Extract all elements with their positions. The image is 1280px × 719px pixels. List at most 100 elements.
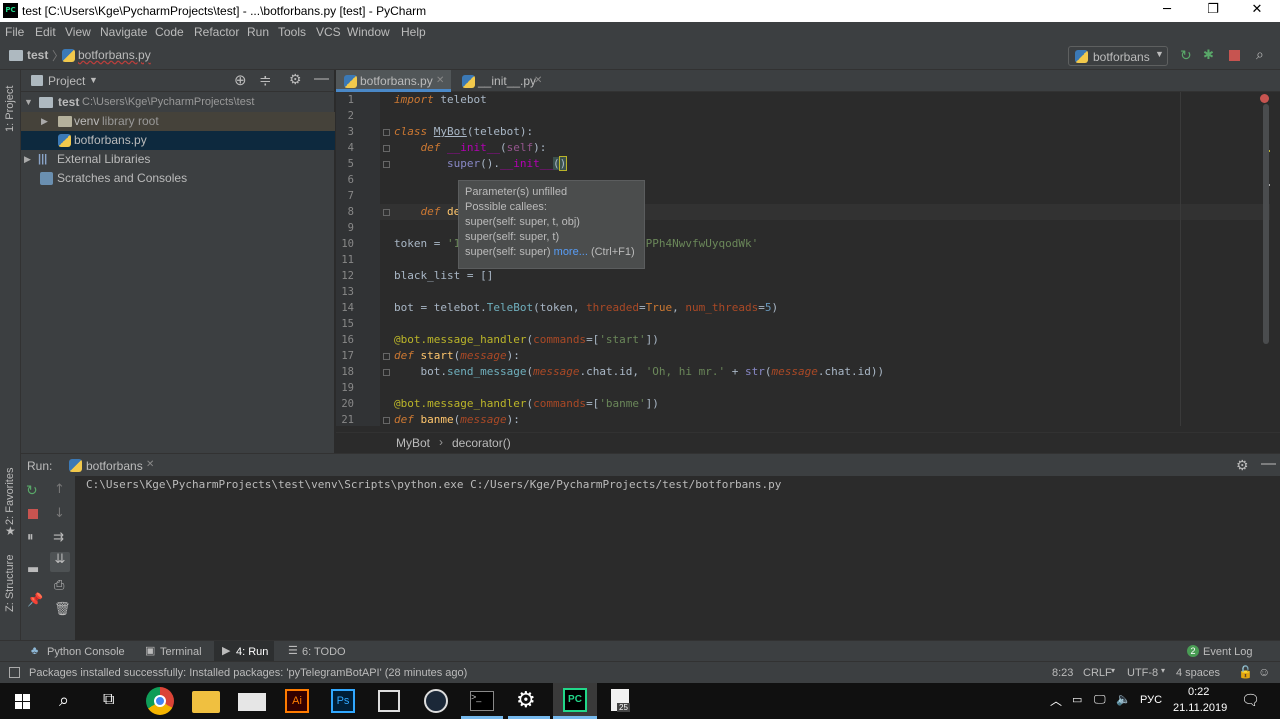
steam-icon[interactable] <box>424 689 448 713</box>
close-tab-icon[interactable]: ✕ <box>146 459 154 470</box>
menu-navigate[interactable]: Navigate <box>100 25 147 39</box>
breadcrumb-file[interactable]: botforbans.py <box>78 48 151 62</box>
menu-refactor[interactable]: Refactor <box>194 25 239 39</box>
file-encoding[interactable]: UTF-8 <box>1127 667 1158 679</box>
photoshop-icon[interactable]: Ps <box>331 689 355 713</box>
structure-side-tab[interactable]: Z: Structure <box>4 555 16 612</box>
input-language[interactable]: РУС <box>1140 694 1162 706</box>
tab-terminal[interactable]: Terminal <box>160 646 202 658</box>
breadcrumb-method[interactable]: decorator() <box>452 436 511 450</box>
debug-icon[interactable]: ✱ <box>1203 47 1214 63</box>
locate-icon[interactable]: ⊕ <box>234 71 247 89</box>
close-button[interactable]: ✕ <box>1234 0 1280 22</box>
rerun-icon[interactable]: ↻ <box>1180 47 1192 64</box>
menu-help[interactable]: Help <box>401 25 426 39</box>
fold-marker[interactable] <box>383 417 390 424</box>
notifications-icon[interactable]: 🗨 <box>1241 691 1260 709</box>
close-tab-icon[interactable]: ✕ <box>436 70 444 92</box>
minimize-button[interactable]: ─ <box>1144 0 1190 22</box>
stop-icon[interactable] <box>1229 50 1240 61</box>
clock-time[interactable]: 0:22 <box>1188 686 1209 698</box>
run-config-dropdown[interactable]: botforbans ▼ <box>1068 46 1168 66</box>
tab-event-log[interactable]: Event Log <box>1203 646 1253 658</box>
clock-date[interactable]: 21.11.2019 <box>1173 702 1227 714</box>
fold-marker[interactable] <box>383 369 390 376</box>
tooltip-more-link[interactable]: more... <box>554 246 588 258</box>
tab-init[interactable]: __init__.py ✕ <box>454 70 554 92</box>
trash-icon[interactable]: 🗑 <box>54 602 71 617</box>
editor-scrollbar[interactable] <box>1263 104 1269 344</box>
tree-item-external[interactable]: ▶ ||| External Libraries <box>21 150 335 169</box>
arrow-up-icon[interactable]: ↑ <box>54 482 68 497</box>
menu-run[interactable]: Run <box>247 25 269 39</box>
breadcrumb-project[interactable]: test <box>27 48 48 62</box>
menu-window[interactable]: Window <box>347 25 390 39</box>
pause-icon[interactable]: ⏸ <box>27 530 41 545</box>
project-side-tab[interactable]: 1: Project <box>4 86 16 132</box>
arrow-down-icon[interactable]: ↓ <box>54 506 68 521</box>
stop-icon[interactable] <box>28 509 38 519</box>
tree-item-file[interactable]: botforbans.py <box>21 131 335 150</box>
tree-item-root[interactable]: ▼ test C:\Users\Kge\PycharmProjects\test <box>21 93 335 112</box>
fold-marker[interactable] <box>383 129 390 136</box>
soft-wrap-icon[interactable]: ⇉ <box>53 530 67 545</box>
favorites-side-tab[interactable]: 2: Favorites <box>4 468 16 525</box>
search-icon[interactable]: ⌕ <box>1256 46 1264 63</box>
search-icon[interactable]: ⌕ <box>59 690 69 711</box>
volume-icon[interactable]: 🔈 <box>1116 692 1131 706</box>
lock-icon[interactable]: 🔓 <box>1238 665 1253 679</box>
menu-edit[interactable]: Edit <box>35 25 56 39</box>
menu-vcs[interactable]: VCS <box>316 25 341 39</box>
hide-icon[interactable]: — <box>314 70 329 87</box>
fold-marker[interactable] <box>383 161 390 168</box>
status-message[interactable]: Packages installed successfully: Install… <box>29 667 467 679</box>
error-indicator-icon[interactable] <box>1260 94 1269 103</box>
rerun-icon[interactable]: ↻ <box>26 483 40 499</box>
chevron-up-icon[interactable]: ︿ <box>1050 692 1062 709</box>
pycharm-taskbar-active[interactable]: PC <box>553 683 597 719</box>
tab-run-active[interactable]: ▶ 4: Run <box>214 641 274 662</box>
tab-botforbans[interactable]: botforbans.py ✕ <box>336 70 451 92</box>
tab-todo[interactable]: 6: TODO <box>302 646 346 658</box>
indent-setting[interactable]: 4 spaces <box>1176 667 1220 679</box>
video-editor-icon[interactable] <box>378 690 400 712</box>
gear-icon[interactable]: ⚙ <box>1236 457 1249 474</box>
tree-item-venv[interactable]: ▶ venv library root <box>21 112 335 131</box>
print-icon[interactable]: ⎙ <box>54 578 68 593</box>
pin-icon[interactable]: 📌 <box>27 593 43 608</box>
menu-tools[interactable]: Tools <box>278 25 306 39</box>
menu-code[interactable]: Code <box>155 25 184 39</box>
line-separator[interactable]: CRLF <box>1083 667 1112 679</box>
run-console[interactable]: C:\Users\Kge\PycharmProjects\test\venv\S… <box>75 476 1280 640</box>
tab-python-console[interactable]: Python Console <box>47 646 125 658</box>
project-view-label[interactable]: Project <box>48 74 85 88</box>
gear-icon[interactable]: ⚙ <box>289 71 302 88</box>
file-explorer-icon[interactable] <box>192 691 220 713</box>
windows-start-icon[interactable] <box>15 694 30 709</box>
run-tab-label[interactable]: botforbans <box>86 459 143 473</box>
illustrator-icon[interactable]: Ai <box>285 689 309 713</box>
inspector-icon[interactable]: ☺ <box>1258 665 1270 679</box>
maximize-button[interactable]: ❐ <box>1190 0 1236 22</box>
chrome-icon[interactable] <box>146 687 174 715</box>
fold-marker[interactable] <box>383 353 390 360</box>
scroll-to-end-icon[interactable]: ⇊ <box>50 552 70 572</box>
network-icon[interactable]: 🖵 <box>1094 692 1106 707</box>
close-tab-icon[interactable]: ✕ <box>534 70 542 92</box>
fold-marker[interactable] <box>383 145 390 152</box>
menu-view[interactable]: View <box>65 25 91 39</box>
hide-icon[interactable]: — <box>1261 455 1276 472</box>
layout-icon[interactable]: ▬ <box>27 562 41 577</box>
caret-position[interactable]: 8:23 <box>1052 667 1073 679</box>
breadcrumb-class[interactable]: MyBot <box>396 436 430 450</box>
menu-file[interactable]: File <box>5 25 24 39</box>
settings-icon[interactable]: ⚙ <box>516 687 536 713</box>
battery-icon[interactable]: ▭ <box>1072 693 1082 706</box>
mail-icon[interactable] <box>238 693 266 711</box>
task-view-icon[interactable]: ⧉ <box>103 691 114 709</box>
tree-item-scratches[interactable]: Scratches and Consoles <box>21 169 335 188</box>
command-prompt-icon[interactable]: >_ <box>470 691 494 711</box>
chevron-down-icon[interactable]: ▼ <box>89 75 98 85</box>
fold-marker[interactable] <box>383 209 390 216</box>
toggle-tool-windows-icon[interactable] <box>9 667 20 678</box>
